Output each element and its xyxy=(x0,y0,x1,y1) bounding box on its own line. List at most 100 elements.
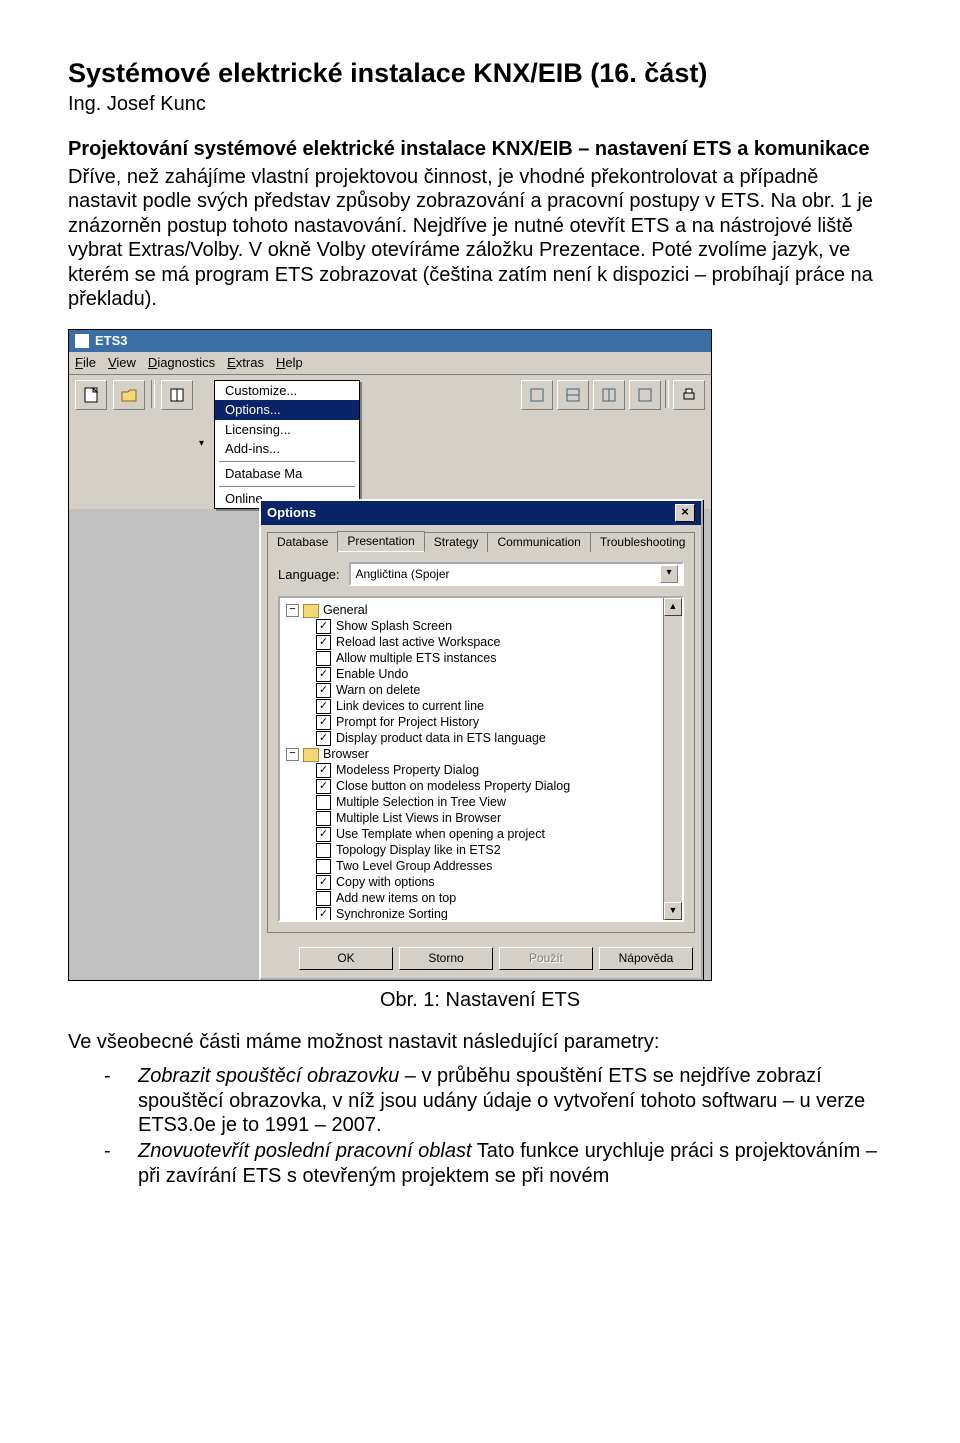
tree-item[interactable]: Add new items on top xyxy=(316,891,663,906)
tree-expander-icon[interactable]: − xyxy=(286,604,299,617)
checkbox[interactable] xyxy=(316,731,331,746)
checkbox[interactable] xyxy=(316,811,331,826)
tree-item-label: Multiple List Views in Browser xyxy=(336,811,501,826)
language-select[interactable]: Angličtina (Spojer ▾ xyxy=(349,562,684,586)
toolbar-divider-2 xyxy=(665,380,669,408)
tab-pane: Language: Angličtina (Spojer ▾ −GeneralS… xyxy=(267,551,695,933)
toolbar-book-icon[interactable] xyxy=(161,380,193,410)
bullet-2: Znovuotevřít poslední pracovní oblast Ta… xyxy=(104,1139,892,1188)
checkbox[interactable] xyxy=(316,763,331,778)
tree-item[interactable]: Warn on delete xyxy=(316,683,663,698)
extras-database[interactable]: Database Ma xyxy=(215,464,359,484)
tab-strategy[interactable]: Strategy xyxy=(424,532,489,552)
menu-file[interactable]: File xyxy=(75,355,96,371)
tree-section-label: Browser xyxy=(323,747,369,762)
tree-item-label: Add new items on top xyxy=(336,891,456,906)
checkbox[interactable] xyxy=(316,859,331,874)
toolbar-btn-3-icon[interactable] xyxy=(593,380,625,410)
options-tabs: Database Presentation Strategy Communica… xyxy=(261,525,701,551)
tree-item[interactable]: Enable Undo xyxy=(316,667,663,682)
tree-item-label: Warn on delete xyxy=(336,683,420,698)
close-icon[interactable]: × xyxy=(675,504,695,522)
cancel-button[interactable]: Storno xyxy=(399,947,493,969)
extras-separator xyxy=(219,461,355,462)
checkbox[interactable] xyxy=(316,891,331,906)
bullet-2-em: Znovuotevřít poslední pracovní oblast xyxy=(138,1140,472,1162)
toolbar-btn-1-icon[interactable] xyxy=(521,380,553,410)
tree-item-label: Synchronize Sorting xyxy=(336,907,448,922)
tree-section[interactable]: − General xyxy=(286,603,663,618)
ok-button[interactable]: OK xyxy=(299,947,393,969)
menu-diagnostics[interactable]: Diagnostics xyxy=(148,355,215,371)
tree-expander-icon[interactable]: − xyxy=(286,748,299,761)
checkbox[interactable] xyxy=(316,907,331,922)
toolbar-btn-2-icon[interactable] xyxy=(557,380,589,410)
toolbar-dropdown-caret-icon[interactable]: ▾ xyxy=(199,438,204,450)
figure-1: ETS3 File View Diagnostics Extras Help xyxy=(68,329,892,981)
bullet-1: Zobrazit spouštěcí obrazovku – v průběhu… xyxy=(104,1064,892,1137)
tab-database[interactable]: Database xyxy=(267,532,338,552)
tree-item[interactable]: Copy with options xyxy=(316,875,663,890)
tree-item[interactable]: Synchronize Sorting xyxy=(316,907,663,922)
checkbox[interactable] xyxy=(316,651,331,666)
tab-communication[interactable]: Communication xyxy=(487,532,590,552)
tree-item-label: Allow multiple ETS instances xyxy=(336,651,496,666)
options-title-text: Options xyxy=(267,505,316,521)
tree-item[interactable]: Use Template when opening a project xyxy=(316,827,663,842)
tree-item[interactable]: Prompt for Project History xyxy=(316,715,663,730)
toolbar: ▾ Customize... Options... Licensing... A… xyxy=(69,375,711,510)
tree-section-label: General xyxy=(323,603,367,618)
tree-item[interactable]: Modeless Property Dialog xyxy=(316,763,663,778)
dialog-actions: OK Storno Použít Nápověda xyxy=(261,939,701,977)
menu-help[interactable]: Help xyxy=(276,355,303,371)
scroll-down-icon[interactable]: ▼ xyxy=(664,902,682,920)
tree-item[interactable]: Display product data in ETS language xyxy=(316,731,663,746)
checkbox[interactable] xyxy=(316,667,331,682)
tree-item[interactable]: Two Level Group Addresses xyxy=(316,859,663,874)
extras-customize[interactable]: Customize... xyxy=(215,381,359,401)
toolbar-new-icon[interactable] xyxy=(75,380,107,410)
tree-item[interactable]: Topology Display like in ETS2 xyxy=(316,843,663,858)
paragraph-1: Dříve, než zahájíme vlastní projektovou … xyxy=(68,165,892,311)
tab-presentation[interactable]: Presentation xyxy=(337,531,424,551)
checkbox[interactable] xyxy=(316,875,331,890)
checkbox[interactable] xyxy=(316,715,331,730)
menu-view[interactable]: View xyxy=(108,355,136,371)
extras-addins[interactable]: Add-ins... xyxy=(215,439,359,459)
toolbar-btn-4-icon[interactable] xyxy=(629,380,661,410)
help-button[interactable]: Nápověda xyxy=(599,947,693,969)
figure-caption: Obr. 1: Nastavení ETS xyxy=(68,989,892,1012)
ets3-window: ETS3 File View Diagnostics Extras Help xyxy=(68,329,712,981)
checkbox[interactable] xyxy=(316,635,331,650)
menubar: File View Diagnostics Extras Help xyxy=(69,352,711,375)
extras-licensing[interactable]: Licensing... xyxy=(215,420,359,440)
tree-item[interactable]: Close button on modeless Property Dialog xyxy=(316,779,663,794)
checkbox[interactable] xyxy=(316,699,331,714)
tree-item[interactable]: Multiple List Views in Browser xyxy=(316,811,663,826)
checkbox[interactable] xyxy=(316,795,331,810)
tree-item[interactable]: Show Splash Screen xyxy=(316,619,663,634)
apply-button[interactable]: Použít xyxy=(499,947,593,969)
chevron-down-icon[interactable]: ▾ xyxy=(660,565,678,583)
toolbar-print-icon[interactable] xyxy=(673,380,705,410)
scrollbar[interactable]: ▲ ▼ xyxy=(663,598,682,920)
tree-item-label: Topology Display like in ETS2 xyxy=(336,843,501,858)
tree-item[interactable]: Allow multiple ETS instances xyxy=(316,651,663,666)
checkbox[interactable] xyxy=(316,827,331,842)
tree-item[interactable]: Link devices to current line xyxy=(316,699,663,714)
tree-section[interactable]: − Browser xyxy=(286,747,663,762)
tree-item-label: Reload last active Workspace xyxy=(336,635,500,650)
extras-options[interactable]: Options... xyxy=(215,400,359,420)
checkbox[interactable] xyxy=(316,843,331,858)
tree-item-label: Show Splash Screen xyxy=(336,619,452,634)
checkbox[interactable] xyxy=(316,619,331,634)
tab-troubleshooting[interactable]: Troubleshooting xyxy=(590,532,696,552)
menu-extras[interactable]: Extras xyxy=(227,355,264,371)
tree-item[interactable]: Reload last active Workspace xyxy=(316,635,663,650)
checkbox[interactable] xyxy=(316,779,331,794)
checkbox[interactable] xyxy=(316,683,331,698)
extras-dropdown: Customize... Options... Licensing... Add… xyxy=(214,380,360,510)
toolbar-open-icon[interactable] xyxy=(113,380,145,410)
scroll-up-icon[interactable]: ▲ xyxy=(664,598,682,616)
tree-item[interactable]: Multiple Selection in Tree View xyxy=(316,795,663,810)
